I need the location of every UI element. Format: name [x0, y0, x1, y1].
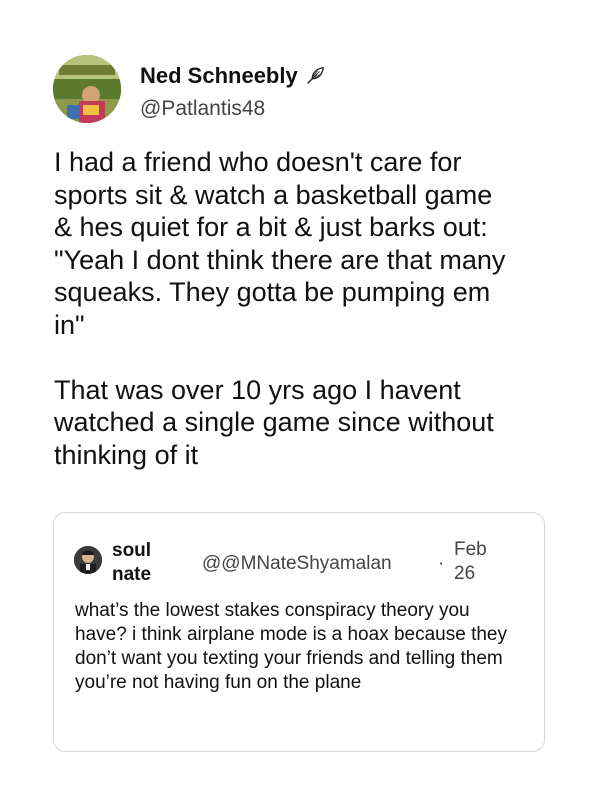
feather-icon	[306, 66, 324, 84]
tweet-text: I had a friend who doesn't care for spor…	[54, 147, 506, 470]
avatar-photo-icon	[74, 546, 102, 574]
author-avatar[interactable]	[53, 55, 121, 123]
author-name[interactable]: Ned Schneebly	[140, 63, 326, 89]
quote-author-avatar[interactable]	[74, 546, 102, 574]
avatar-photo-icon	[53, 55, 121, 123]
quote-text: what’s the lowest stakes conspiracy theo…	[75, 600, 507, 693]
quote-date[interactable]: Feb 26	[454, 538, 494, 586]
quote-author-name[interactable]: soul nate	[112, 539, 168, 587]
separator-dot: ·	[438, 553, 445, 574]
tweet: Ned Schneebly @Patlantis48 I had a frien…	[0, 0, 599, 806]
quoted-tweet-card[interactable]: soul nate @@MNateShyamalan · Feb 26 what…	[53, 512, 545, 752]
quote-author-handle[interactable]: @@MNateShyamalan	[202, 553, 392, 575]
author-name-text: Ned Schneebly	[140, 63, 298, 88]
author-handle[interactable]: @Patlantis48	[140, 97, 265, 121]
